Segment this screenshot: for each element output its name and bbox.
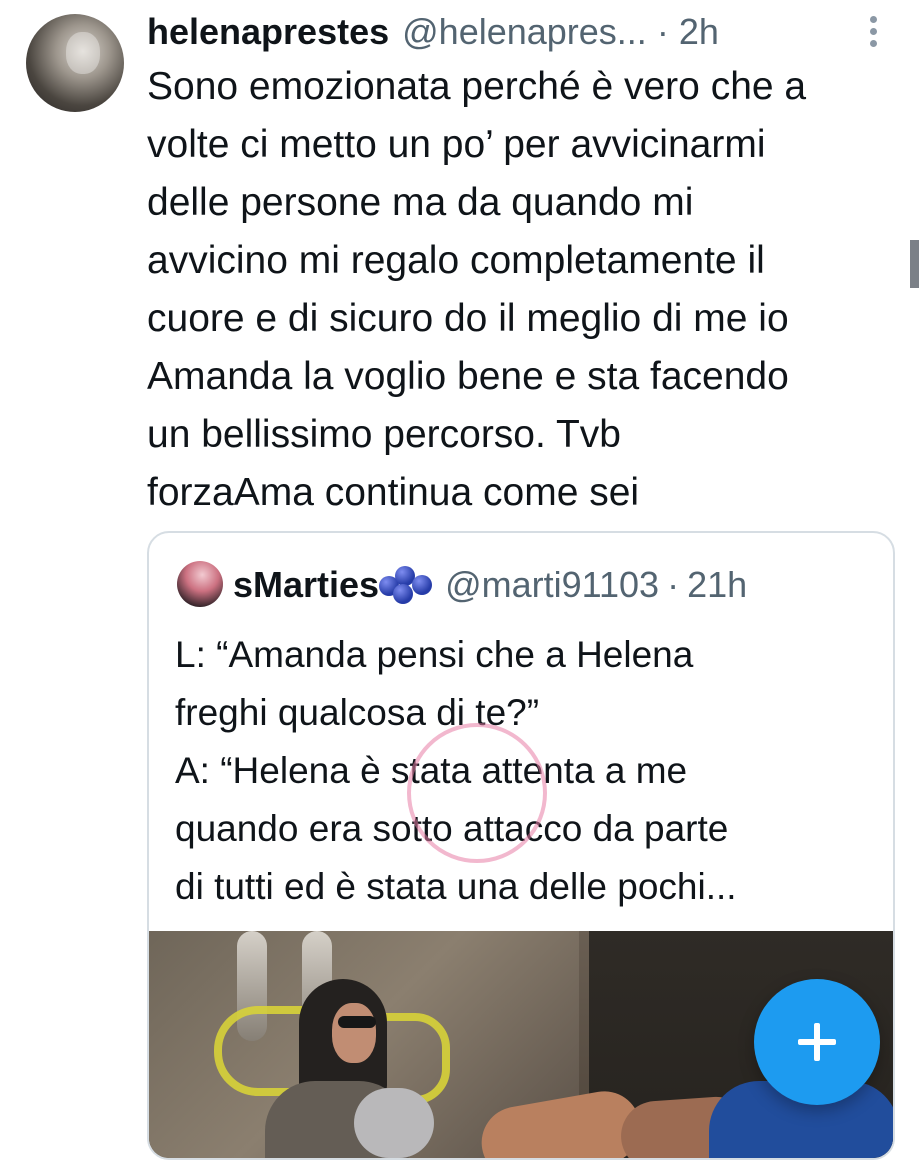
more-vertical-icon[interactable] [859, 15, 887, 49]
plus-icon [798, 1023, 836, 1061]
blueberries-icon [379, 564, 435, 606]
compose-button[interactable] [754, 979, 880, 1105]
quoted-tweet-header: sMarties @marti91103 · 21h [233, 561, 747, 609]
sunglasses-icon [338, 1016, 376, 1028]
quoted-handle[interactable]: @marti91103 [445, 564, 659, 606]
author-avatar[interactable] [26, 14, 124, 112]
header-separator: · [656, 11, 669, 52]
scrollbar-thumb[interactable] [910, 240, 919, 288]
author-handle[interactable]: @helenapres... [402, 11, 647, 53]
tweet-time[interactable]: 2h [679, 11, 719, 53]
watermark-stamp [554, 780, 792, 828]
person-face [332, 1003, 376, 1063]
tweet-text: Sono emozionata perché è vero che a volt… [147, 65, 807, 514]
author-display-name[interactable]: helenaprestes [147, 11, 389, 53]
quoted-display-name[interactable]: sMarties [233, 564, 379, 606]
watermark-circle [407, 723, 547, 863]
quoted-time[interactable]: 21h [687, 564, 747, 606]
tweet-header: helenaprestes @helenapres... · 2h [147, 8, 887, 56]
quoted-author-avatar[interactable] [177, 561, 223, 607]
quoted-separator: · [667, 564, 680, 605]
